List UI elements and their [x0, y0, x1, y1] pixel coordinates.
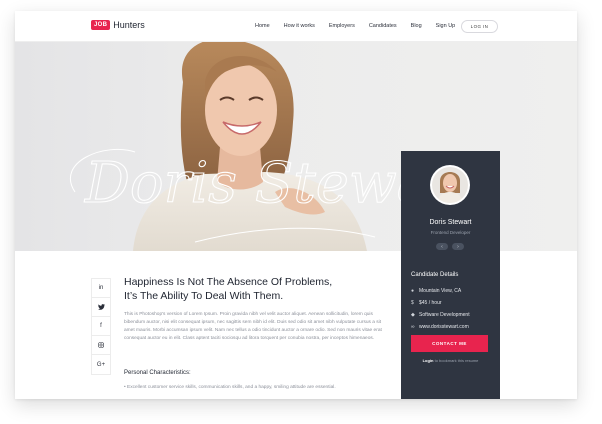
headline-line-1: Happiness Is Not The Absence Of Problems…	[124, 276, 333, 288]
detail-category: ◆ Software Development	[411, 309, 470, 321]
page-title: Happiness Is Not The Absence Of Problems…	[124, 276, 384, 303]
candidate-details-title: Candidate Details	[411, 272, 459, 278]
linkedin-icon[interactable]: in	[92, 279, 110, 298]
link-icon: ∞	[411, 324, 415, 330]
detail-category-text: Software Development	[419, 312, 470, 318]
site-header: JOB Hunters Home How it works Employers …	[15, 11, 577, 42]
social-share-bar: in f G+	[91, 278, 111, 375]
facebook-icon[interactable]: f	[92, 317, 110, 336]
detail-location-text: Mountain View, CA	[419, 288, 462, 294]
logo-text: Hunters	[113, 20, 145, 30]
twitter-icon[interactable]	[92, 298, 110, 317]
nav-how-it-works[interactable]: How it works	[284, 23, 315, 29]
card-next-button[interactable]: ›	[452, 243, 464, 250]
intro-paragraph: This is Photoshop's version of Lorem Ips…	[124, 312, 382, 342]
nav-home[interactable]: Home	[255, 23, 270, 29]
candidate-card: Doris Stewart Frontend Developer ‹ › Can…	[401, 151, 500, 399]
card-pager: ‹ ›	[436, 243, 468, 250]
contact-me-button[interactable]: CONTACT ME	[411, 335, 488, 352]
tag-icon: ◆	[411, 312, 415, 318]
bookmark-note: Login to bookmark this resume	[401, 358, 500, 363]
nav-sign-up[interactable]: Sign Up	[436, 23, 456, 29]
nav-candidates[interactable]: Candidates	[369, 23, 397, 29]
login-link[interactable]: Login	[423, 358, 434, 363]
logo-badge: JOB	[91, 20, 111, 30]
page-frame: JOB Hunters Home How it works Employers …	[15, 11, 577, 399]
dollar-icon: $	[411, 300, 414, 306]
nav-employers[interactable]: Employers	[329, 23, 355, 29]
main-nav: Home How it works Employers Candidates B…	[255, 23, 469, 29]
headline-line-2: It’s The Ability To Deal With Them.	[124, 289, 284, 302]
candidate-role: Frontend Developer	[430, 230, 471, 235]
detail-location: ● Mountain View, CA	[411, 285, 470, 297]
characteristics-title: Personal Characteristics:	[124, 370, 191, 376]
location-pin-icon: ●	[411, 288, 415, 294]
detail-rate: $ $45 / hour	[411, 297, 470, 309]
google-plus-icon[interactable]: G+	[92, 355, 110, 374]
site-logo[interactable]: JOB Hunters	[91, 20, 145, 30]
nav-blog[interactable]: Blog	[411, 23, 422, 29]
bookmark-note-text: to bookmark this resume	[434, 358, 479, 363]
characteristics-item-text: Excellent customer service skills, commu…	[127, 385, 336, 390]
candidate-name: Doris Stewart	[429, 219, 472, 226]
candidate-details-list: ● Mountain View, CA $ $45 / hour ◆ Softw…	[411, 285, 470, 333]
detail-rate-text: $45 / hour	[419, 300, 442, 306]
login-button[interactable]: LOG IN	[461, 20, 498, 33]
detail-website[interactable]: ∞ www.dorisstewart.com	[411, 321, 470, 333]
instagram-icon[interactable]	[92, 336, 110, 355]
card-prev-button[interactable]: ‹	[436, 243, 448, 250]
avatar	[430, 165, 470, 205]
detail-website-text[interactable]: www.dorisstewart.com	[419, 324, 469, 330]
characteristics-item: • Excellent customer service skills, com…	[124, 385, 336, 390]
